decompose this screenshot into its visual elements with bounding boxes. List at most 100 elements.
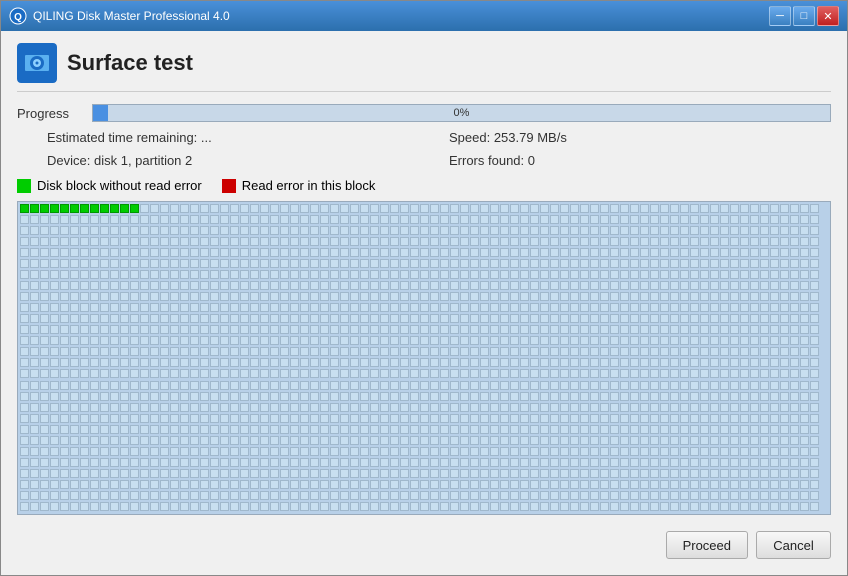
cancel-button[interactable]: Cancel <box>756 531 831 559</box>
block-cell <box>390 381 399 390</box>
block-cell <box>70 480 79 489</box>
block-cell <box>50 392 59 401</box>
block-cell <box>80 336 89 345</box>
block-cell <box>420 369 429 378</box>
block-cell <box>250 447 259 456</box>
block-cell <box>110 403 119 412</box>
block-cell <box>70 436 79 445</box>
proceed-button[interactable]: Proceed <box>666 531 748 559</box>
block-cell <box>300 303 309 312</box>
block-cell <box>430 270 439 279</box>
block-cell <box>110 336 119 345</box>
block-cell <box>240 491 249 500</box>
block-cell <box>240 392 249 401</box>
close-button[interactable]: ✕ <box>817 6 839 26</box>
block-cell <box>690 502 699 511</box>
block-cell <box>40 270 49 279</box>
block-cell <box>490 436 499 445</box>
block-cell <box>400 215 409 224</box>
block-cell <box>400 237 409 246</box>
block-cell <box>460 480 469 489</box>
block-cell <box>50 469 59 478</box>
block-cell <box>210 447 219 456</box>
block-cell <box>200 392 209 401</box>
block-cell <box>310 425 319 434</box>
block-cell <box>350 436 359 445</box>
block-cell <box>610 436 619 445</box>
block-cell <box>330 248 339 257</box>
block-cell <box>140 237 149 246</box>
block-cell <box>650 204 659 213</box>
minimize-button[interactable]: ─ <box>769 6 791 26</box>
block-cell <box>410 270 419 279</box>
block-cell <box>260 392 269 401</box>
block-cell <box>480 491 489 500</box>
block-cell <box>610 414 619 423</box>
block-cell <box>780 403 789 412</box>
block-cell <box>230 314 239 323</box>
block-cell <box>320 369 329 378</box>
block-cell <box>160 369 169 378</box>
block-cell <box>260 303 269 312</box>
block-cell <box>150 502 159 511</box>
block-cell <box>810 325 819 334</box>
block-cell <box>310 502 319 511</box>
page-title: Surface test <box>67 50 193 76</box>
error-color-indicator <box>222 179 236 193</box>
block-cell <box>590 204 599 213</box>
block-cell <box>60 215 69 224</box>
block-cell <box>240 237 249 246</box>
block-cell <box>250 358 259 367</box>
block-cell <box>670 425 679 434</box>
block-cell <box>580 502 589 511</box>
block-cell <box>390 259 399 268</box>
block-cell <box>660 292 669 301</box>
block-cell <box>80 381 89 390</box>
block-cell <box>380 469 389 478</box>
block-cell <box>660 270 669 279</box>
block-cell <box>200 347 209 356</box>
block-cell <box>740 480 749 489</box>
block-cell <box>460 392 469 401</box>
block-cell <box>180 381 189 390</box>
block-cell <box>460 425 469 434</box>
block-cell <box>190 502 199 511</box>
block-cell <box>100 458 109 467</box>
block-cell <box>160 381 169 390</box>
error-label: Read error in this block <box>242 178 376 193</box>
block-cell <box>100 259 109 268</box>
block-cell <box>300 259 309 268</box>
block-cell <box>280 336 289 345</box>
block-cell <box>770 215 779 224</box>
block-cell <box>700 381 709 390</box>
block-cell <box>550 303 559 312</box>
block-cell <box>50 414 59 423</box>
block-cell <box>490 392 499 401</box>
maximize-button[interactable]: □ <box>793 6 815 26</box>
block-cell <box>740 204 749 213</box>
block-cell <box>220 369 229 378</box>
block-cell <box>720 491 729 500</box>
block-cell <box>340 237 349 246</box>
block-cell <box>700 369 709 378</box>
block-cell <box>170 303 179 312</box>
block-cell <box>250 369 259 378</box>
block-cell <box>200 502 209 511</box>
block-cell <box>360 226 369 235</box>
block-cell <box>380 458 389 467</box>
block-cell <box>280 458 289 467</box>
block-cell <box>490 226 499 235</box>
block-cell <box>20 480 29 489</box>
block-cell <box>430 392 439 401</box>
block-cell <box>790 381 799 390</box>
block-cell <box>330 381 339 390</box>
block-cell <box>340 425 349 434</box>
block-cell <box>230 281 239 290</box>
block-cell <box>310 314 319 323</box>
block-cell <box>350 347 359 356</box>
block-cell <box>810 204 819 213</box>
block-cell <box>620 336 629 345</box>
block-cell <box>100 491 109 500</box>
block-cell <box>360 469 369 478</box>
block-cell <box>530 204 539 213</box>
